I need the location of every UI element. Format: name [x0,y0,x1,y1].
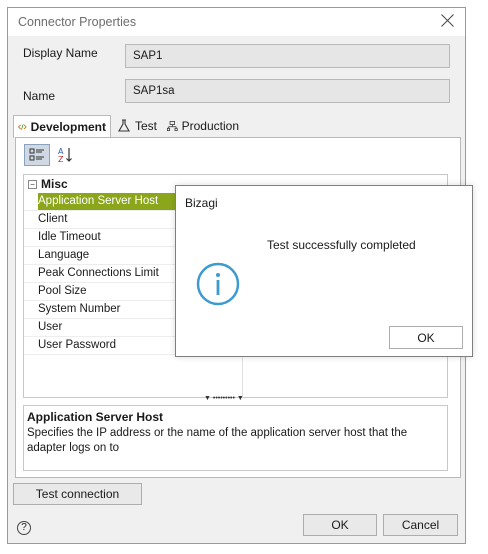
code-icon [18,124,27,130]
categorized-view-button[interactable] [24,144,50,166]
collapse-icon[interactable]: − [28,179,37,189]
category-label: Misc [41,177,68,191]
description-text: Specifies the IP address or the name of … [27,427,408,454]
tab-production-label: Production [181,119,239,133]
tab-development-label: Development [30,120,106,134]
property-name: Application Server Host [38,193,183,210]
cancel-button[interactable]: Cancel [383,514,458,536]
alphabetical-sort-button[interactable]: A Z [52,144,78,166]
close-icon[interactable] [441,13,455,27]
tab-development[interactable]: Development [13,115,111,138]
test-connection-button[interactable]: Test connection [13,483,142,505]
info-icon [196,262,240,306]
display-name-label: Display Name [23,46,98,60]
tab-production[interactable]: Production [163,115,243,137]
dialog-message: Test successfully completed [267,238,416,252]
flask-icon [118,119,130,132]
description-panel: Application Server Host Specifies the IP… [23,405,448,471]
description-resize-handle[interactable]: ▼ ••••••••• ▼ [204,395,244,402]
window-title: Connector Properties [18,15,137,29]
dialog-title: Bizagi [185,196,218,210]
categorized-icon [29,148,44,161]
description-title: Application Server Host [27,410,164,424]
tab-test[interactable]: Test [113,115,163,137]
ok-button[interactable]: OK [303,514,377,536]
svg-text:Z: Z [58,155,64,164]
server-icon [167,121,178,131]
display-name-field[interactable]: SAP1 [125,44,450,68]
sort-az-icon: A Z [58,147,72,164]
name-field[interactable]: SAP1sa [125,79,450,103]
help-icon[interactable]: ? [17,521,31,535]
titlebar: Connector Properties [8,8,465,36]
tab-test-label: Test [135,119,158,133]
name-label: Name [23,89,56,103]
bizagi-message-dialog: Bizagi Test successfully completed OK [175,185,473,357]
dialog-ok-button[interactable]: OK [389,326,463,349]
